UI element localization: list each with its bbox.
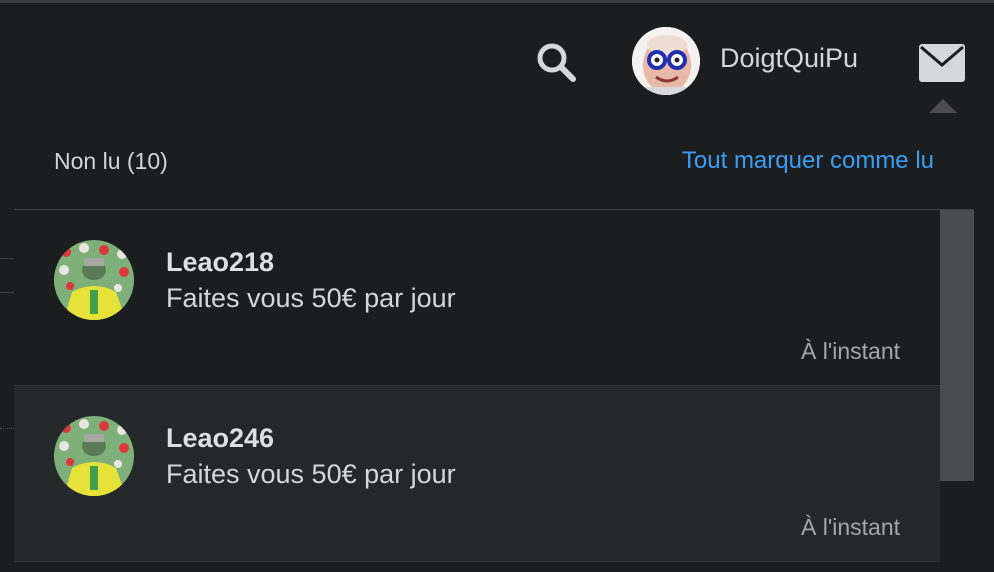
divider bbox=[0, 428, 14, 429]
notification-sender: Leao218 bbox=[166, 247, 275, 277]
notifications-dropdown: Non lu (10) Tout marquer comme lu Leao21… bbox=[14, 115, 974, 572]
username[interactable]: DoigtQuiPu bbox=[720, 43, 858, 74]
top-header: DoigtQuiPu bbox=[0, 3, 994, 115]
avatar bbox=[54, 240, 134, 320]
divider bbox=[14, 561, 940, 562]
page-backdrop bbox=[974, 115, 994, 572]
divider bbox=[0, 258, 14, 259]
notification-time: À l'instant bbox=[801, 514, 900, 540]
scrollbar-thumb[interactable] bbox=[940, 210, 974, 481]
notification-item[interactable]: Leao218 Faites vous 50€ par jour À l'ins… bbox=[14, 210, 940, 386]
scrollbar-track[interactable] bbox=[940, 210, 974, 572]
notification-sender: Leao246 bbox=[166, 423, 275, 453]
notifications-header: Non lu (10) Tout marquer comme lu bbox=[14, 115, 974, 210]
notification-time: À l'instant bbox=[801, 338, 900, 364]
notification-message: Faites vous 50€ par jour bbox=[166, 283, 456, 313]
mark-all-read-link[interactable]: Tout marquer comme lu bbox=[682, 147, 934, 175]
notification-item[interactable]: Leao246 Faites vous 50€ par jour À l'ins… bbox=[14, 386, 940, 562]
search-icon[interactable] bbox=[534, 40, 578, 84]
unread-count-label: Non lu (10) bbox=[54, 148, 168, 174]
mail-icon[interactable] bbox=[918, 43, 966, 83]
user-avatar[interactable] bbox=[632, 27, 700, 95]
notifications-list: Leao218 Faites vous 50€ par jour À l'ins… bbox=[14, 210, 940, 572]
avatar bbox=[54, 416, 134, 496]
page-backdrop bbox=[0, 115, 14, 572]
divider bbox=[0, 292, 14, 293]
notification-message: Faites vous 50€ par jour bbox=[166, 459, 456, 489]
dropdown-caret bbox=[929, 99, 957, 113]
